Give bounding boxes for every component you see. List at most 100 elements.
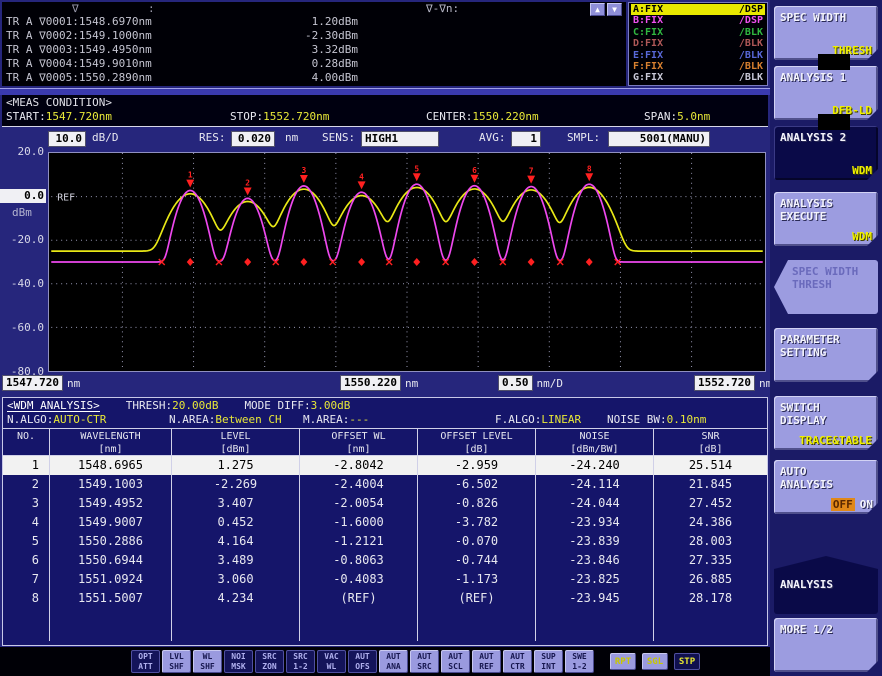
wdm-table-cell: 1.275 bbox=[172, 456, 300, 475]
marker-row: TR A ∇0003:1549.4950nm3.32dBm bbox=[6, 43, 358, 57]
softkey-more-1-2[interactable]: MORE 1/2 bbox=[774, 618, 878, 672]
wdm-parameter-value: 0.10nm bbox=[667, 413, 707, 426]
sweep-settings-row: 10.0 dB/D RES: 0.020 nm SENS: HIGH1 AVG:… bbox=[0, 130, 770, 150]
bottom-button-aut-ana[interactable]: AUTANA bbox=[379, 650, 408, 673]
wdm-table-cell: 3.489 bbox=[172, 551, 300, 570]
wdm-table-cell: 1551.0924 bbox=[50, 570, 172, 589]
bottom-button-vac-wl[interactable]: VACWL bbox=[317, 650, 346, 673]
scroll-up-icon[interactable]: ▲ bbox=[590, 3, 605, 16]
osa-screen: ∇ : ∇-∇n: TR A ∇0001:1548.6970nm1.20dBmT… bbox=[0, 0, 882, 676]
bottom-button-label: SRC bbox=[256, 652, 283, 662]
y-axis-tick: -60.0 bbox=[0, 321, 44, 335]
bottom-button-aut-ctr[interactable]: AUTCTR bbox=[503, 650, 532, 673]
wdm-table-row[interactable]: 41549.90070.452-1.6000-3.782-23.93424.38… bbox=[3, 513, 767, 532]
wdm-column-header: OFFSET LEVEL[dB] bbox=[418, 429, 536, 456]
wdm-table-row[interactable]: 51550.28864.164-1.2121-0.070-23.83928.00… bbox=[3, 532, 767, 551]
softkey-toggle: OFFON bbox=[831, 498, 873, 511]
bottom-button-label: 1-2 bbox=[566, 662, 593, 672]
bottom-button-label: OFS bbox=[349, 662, 376, 672]
marker-wavelength: TR A ∇0004:1549.9010nm bbox=[6, 57, 152, 71]
y-axis-tick: -40.0 bbox=[0, 277, 44, 291]
trace-name: A:FIX bbox=[633, 4, 663, 15]
top-row: ∇ : ∇-∇n: TR A ∇0001:1548.6970nm1.20dBmT… bbox=[2, 2, 768, 86]
trace-status-row[interactable]: D:FIX/BLK bbox=[631, 38, 765, 49]
trace-status-row[interactable]: B:FIX/DSP bbox=[631, 15, 765, 26]
bottom-button-src-1-2[interactable]: SRC1-2 bbox=[286, 650, 315, 673]
wdm-table-cell: -0.826 bbox=[418, 494, 536, 513]
wdm-parameter: M.AREA:--- bbox=[303, 413, 495, 428]
wdm-table-row[interactable]: 31549.49523.407-2.0054-0.826-24.04427.45… bbox=[3, 494, 767, 513]
meas-item: STOP:1552.720nm bbox=[230, 110, 426, 124]
softkey-analysis-1[interactable]: ANALYSIS 1DFB-LD bbox=[774, 66, 878, 120]
bottom-button-label: INT bbox=[535, 662, 562, 672]
wdm-table-cell: 28.003 bbox=[654, 532, 767, 551]
wdm-table-row[interactable]: 71551.09243.060-0.4083-1.173-23.82526.88… bbox=[3, 570, 767, 589]
bottom-button-lvl-shf[interactable]: LVLSHF bbox=[162, 650, 191, 673]
trace-status-row[interactable]: F:FIX/BLK bbox=[631, 61, 765, 72]
softkey-label: DISPLAY bbox=[780, 414, 873, 427]
bottom-button-opt-att[interactable]: OPTATT bbox=[131, 650, 160, 673]
scroll-down-icon[interactable]: ▼ bbox=[607, 3, 622, 16]
wdm-table-cell: 24.386 bbox=[654, 513, 767, 532]
svg-text:REF: REF bbox=[57, 193, 75, 204]
wdm-table-row[interactable]: 11548.69651.275-2.8042-2.959-24.24025.51… bbox=[3, 456, 767, 475]
softkey-sidebar: SPEC WIDTHTHRESHANALYSIS 1DFB-LDANALYSIS… bbox=[770, 0, 882, 676]
avg-field[interactable]: 1 bbox=[511, 131, 541, 147]
trace-name: C:FIX bbox=[633, 27, 663, 38]
bottom-button-label: STP bbox=[675, 655, 699, 669]
bottom-button-wl-shf[interactable]: WLSHF bbox=[193, 650, 222, 673]
wdm-table-cell: 3 bbox=[3, 494, 50, 513]
wdm-table-cell: 1548.6965 bbox=[50, 456, 172, 475]
bottom-button-label: AUT bbox=[442, 652, 469, 662]
softkey-auto[interactable]: AUTOANALYSIS OFFON bbox=[774, 460, 878, 514]
softkey-label: ANALYSIS 1 bbox=[780, 71, 873, 84]
bottom-button-src-zon[interactable]: SRCZON bbox=[255, 650, 284, 673]
smpl-field[interactable]: 5001(MANU) bbox=[608, 131, 710, 147]
softkey-analysis-2[interactable]: ANALYSIS 2WDM bbox=[774, 126, 878, 180]
wdm-column-name: NO. bbox=[3, 430, 49, 443]
trace-status-row[interactable]: E:FIX/BLK bbox=[631, 50, 765, 61]
bottom-button-rpt[interactable]: RPT bbox=[610, 653, 636, 670]
wdm-table-cell: -2.269 bbox=[172, 475, 300, 494]
bottom-button-aut-ofs[interactable]: AUTOFS bbox=[348, 650, 377, 673]
trace-status-row[interactable]: A:FIX/DSP bbox=[631, 4, 765, 15]
bottom-button-aut-scl[interactable]: AUTSCL bbox=[441, 650, 470, 673]
wdm-table-row[interactable]: 61550.69443.489-0.8063-0.744-23.84627.33… bbox=[3, 551, 767, 570]
bottom-button-noi-msk[interactable]: NOIMSK bbox=[224, 650, 253, 673]
wdm-table-cell: 4 bbox=[3, 513, 50, 532]
wdm-column-name: NOISE bbox=[536, 430, 653, 443]
softkey-spec-width[interactable]: SPEC WIDTHTHRESH bbox=[774, 6, 878, 60]
softkey-analysis[interactable]: ANALYSISEXECUTEWDM bbox=[774, 192, 878, 246]
level-scale-field[interactable]: 10.0 bbox=[48, 131, 86, 147]
wdm-table-row[interactable]: 81551.50074.234(REF)(REF)-23.94528.178 bbox=[3, 589, 767, 608]
softkey-label: SPEC WIDTH bbox=[792, 265, 873, 278]
meas-item-value: 5.0nm bbox=[677, 110, 710, 123]
meas-condition-values: START:1547.720nmSTOP:1552.720nmCENTER:15… bbox=[2, 110, 768, 124]
wdm-table-cell: 1550.6944 bbox=[50, 551, 172, 570]
bottom-status-bar: OPTATTLVLSHFWLSHFNOIMSKSRCZONSRC1-2VACWL… bbox=[0, 647, 770, 676]
bottom-button-swe-1-2[interactable]: SWE1-2 bbox=[565, 650, 594, 673]
marker-list-panel: ∇ : ∇-∇n: TR A ∇0001:1548.6970nm1.20dBmT… bbox=[2, 2, 626, 86]
trace-status-row[interactable]: C:FIX/BLK bbox=[631, 27, 765, 38]
wdm-table-row[interactable]: 21549.1003-2.269-2.4004-6.502-24.11421.8… bbox=[3, 475, 767, 494]
bottom-button-stp[interactable]: STP bbox=[674, 653, 700, 670]
softkey-label: AUTO bbox=[780, 465, 873, 478]
trace-status-row[interactable]: G:FIX/BLK bbox=[631, 72, 765, 83]
toggle-on-state: ON bbox=[860, 498, 873, 511]
softkey-switch[interactable]: SWITCHDISPLAYTRACE&TABLE bbox=[774, 396, 878, 450]
wdm-filler-cell bbox=[418, 608, 536, 641]
softkey-parameter[interactable]: PARAMETERSETTING bbox=[774, 328, 878, 382]
wdm-parameter: N.AREA:Between CH bbox=[169, 413, 303, 428]
sens-field[interactable]: HIGH1 bbox=[361, 131, 439, 147]
chart-zone: 10.0 dB/D RES: 0.020 nm SENS: HIGH1 AVG:… bbox=[0, 127, 770, 397]
bottom-button-sup-int[interactable]: SUPINT bbox=[534, 650, 563, 673]
res-field[interactable]: 0.020 bbox=[231, 131, 275, 147]
softkey-label: ANALYSIS bbox=[780, 478, 873, 491]
wdm-table-cell: -2.0054 bbox=[300, 494, 418, 513]
bottom-button-sgl[interactable]: SGL bbox=[642, 653, 668, 670]
marker-wavelength: TR A ∇0001:1548.6970nm bbox=[6, 15, 152, 29]
softkey-label: MORE 1/2 bbox=[780, 623, 873, 636]
bottom-button-aut-src[interactable]: AUTSRC bbox=[410, 650, 439, 673]
marker-wavelength: TR A ∇0002:1549.1000nm bbox=[6, 29, 152, 43]
bottom-button-aut-ref[interactable]: AUTREF bbox=[472, 650, 501, 673]
